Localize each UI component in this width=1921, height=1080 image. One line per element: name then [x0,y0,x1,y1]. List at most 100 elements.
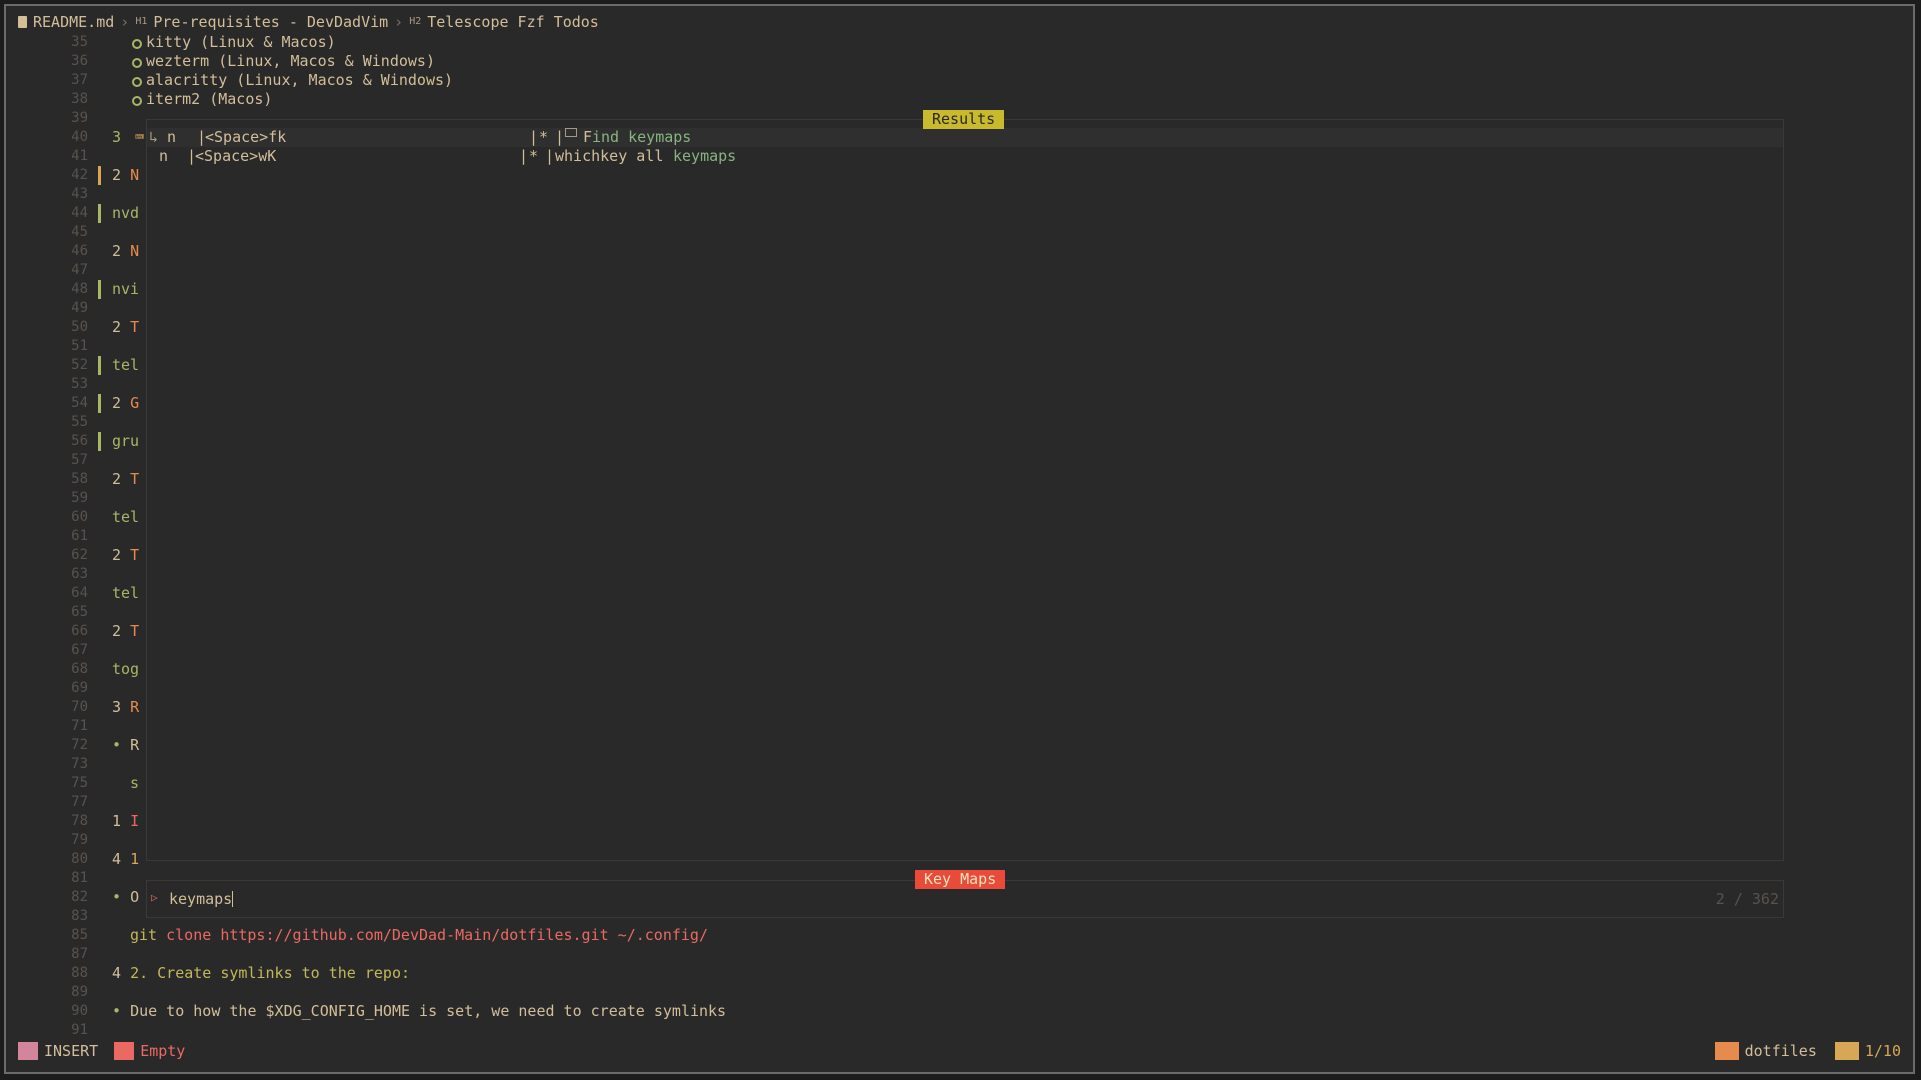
line-text: • R [112,736,140,754]
mode-label: INSERT [44,1042,99,1060]
results-panel: ⌨ ↳ n | <Space>fk | * | F ind keymaps n … [135,119,1784,861]
git-sign-bar [98,280,101,299]
project-label: dotfiles [1744,1042,1817,1060]
git-sign-bar [98,204,101,223]
line-number: 62 [71,547,88,563]
enter-arrow-icon: ↳ [149,128,159,146]
line-number: 69 [71,680,88,696]
position-label: 1/10 [1864,1042,1901,1060]
line-text: nvi [112,280,140,298]
statusline: INSERT Empty dotfiles 1/10 [14,1040,1905,1062]
list-bullet-icon [132,58,142,68]
line-number: 35 [71,34,88,50]
line-number: 37 [71,72,88,88]
line-text: • Due to how the $XDG_CONFIG_HOME is set… [112,1002,727,1020]
column-separator: | [519,147,529,165]
result-flag: * [539,128,549,146]
results-title: Results [923,110,1005,129]
line-number: 72 [71,737,88,753]
line-number: 88 [71,965,88,981]
line-text: 2 N [112,242,140,260]
line-number: 85 [71,927,88,943]
line-text: 4 1 [112,850,140,868]
column-separator: | [545,147,555,165]
line-number: 63 [71,566,88,582]
line-number: 49 [71,300,88,316]
line-number: 36 [71,53,88,69]
line-number: 67 [71,642,88,658]
line-text: tel [112,356,140,374]
heading-h1-icon: H1 [135,16,148,27]
prompt-title: Key Maps [915,870,1006,889]
line-number: 50 [71,319,88,335]
line-text: 2 T [112,622,140,640]
prompt-caret-icon: ▷ [151,891,158,904]
line-number: 56 [71,433,88,449]
line-number: 45 [71,224,88,240]
line-text: s [112,774,140,792]
line-number: 80 [71,851,88,867]
buffer-label: Empty [140,1042,186,1060]
line-text: 2 G [112,394,140,412]
chevron-right-icon: › [394,13,404,31]
line-number: 53 [71,376,88,392]
line-text: 2 T [112,470,140,488]
line-number: 42 [71,167,88,183]
line-number: 59 [71,490,88,506]
breadcrumb: README.md › H1 Pre-requisites - DevDadVi… [18,12,599,32]
buffer-indicator: Empty [110,1040,189,1062]
list-bullet-icon [132,96,142,106]
line-text: kitty (Linux & Macos) [132,33,336,52]
position-indicator: 1/10 [1831,1040,1905,1062]
line-text: 1 I [112,812,140,830]
line-number: 39 [71,110,88,126]
line-text: 3 R [112,698,140,716]
line-number: 54 [71,395,88,411]
result-row[interactable]: ⌨ ↳ n | <Space>fk | * | F ind keymaps [135,128,1783,147]
line-text: alacritty (Linux, Macos & Windows) [132,71,453,90]
line-text: 2 T [112,318,140,336]
line-number: 65 [71,604,88,620]
vim-mode-icon [18,1042,38,1060]
line-text: tel [112,508,140,526]
line-text: 2 N [112,166,140,184]
mode-indicator: INSERT [14,1040,102,1062]
git-sign-bar [98,432,101,451]
result-mode: n [159,147,169,165]
breadcrumb-h1[interactable]: Pre-requisites - DevDadVim [153,12,388,32]
heading-h2-icon: H2 [409,16,422,27]
result-row[interactable]: n | <Space>wK | * | whichkey all keymaps [147,147,1783,166]
line-text: git clone https://github.com/DevDad-Main… [130,926,708,944]
folder-icon [1714,1042,1739,1060]
line-number: 71 [71,718,88,734]
line-text: • O [112,888,140,906]
line-number: 75 [71,775,88,791]
lines-icon [1834,1042,1859,1060]
line-number: 77 [71,794,88,810]
line-number: 91 [71,1022,88,1038]
line-number: 78 [71,813,88,829]
line-number: 83 [71,908,88,924]
line-number: 52 [71,357,88,373]
result-desc-prefix: F [583,128,593,146]
result-lhs: <Space>fk [205,128,287,146]
breadcrumb-h2[interactable]: Telescope Fzf Todos [427,12,599,32]
buffer-icon [114,1042,135,1060]
line-number: 87 [71,946,88,962]
line-number: 38 [71,91,88,107]
list-bullet-icon [132,77,142,87]
line-text: 4 2. Create symlinks to the repo: [112,964,411,982]
selection-caret-icon: ⌨ [135,128,145,146]
line-number: 60 [71,509,88,525]
chevron-right-icon: › [120,13,130,31]
search-input[interactable]: keymaps [169,890,234,909]
project-indicator: dotfiles [1711,1040,1821,1062]
breadcrumb-file[interactable]: README.md [33,12,114,32]
line-number: 48 [71,281,88,297]
line-number: 68 [71,661,88,677]
git-sign-bar [98,356,101,375]
line-number: 58 [71,471,88,487]
line-number: 70 [71,699,88,715]
line-text: tog [112,660,140,678]
line-number: 61 [71,528,88,544]
